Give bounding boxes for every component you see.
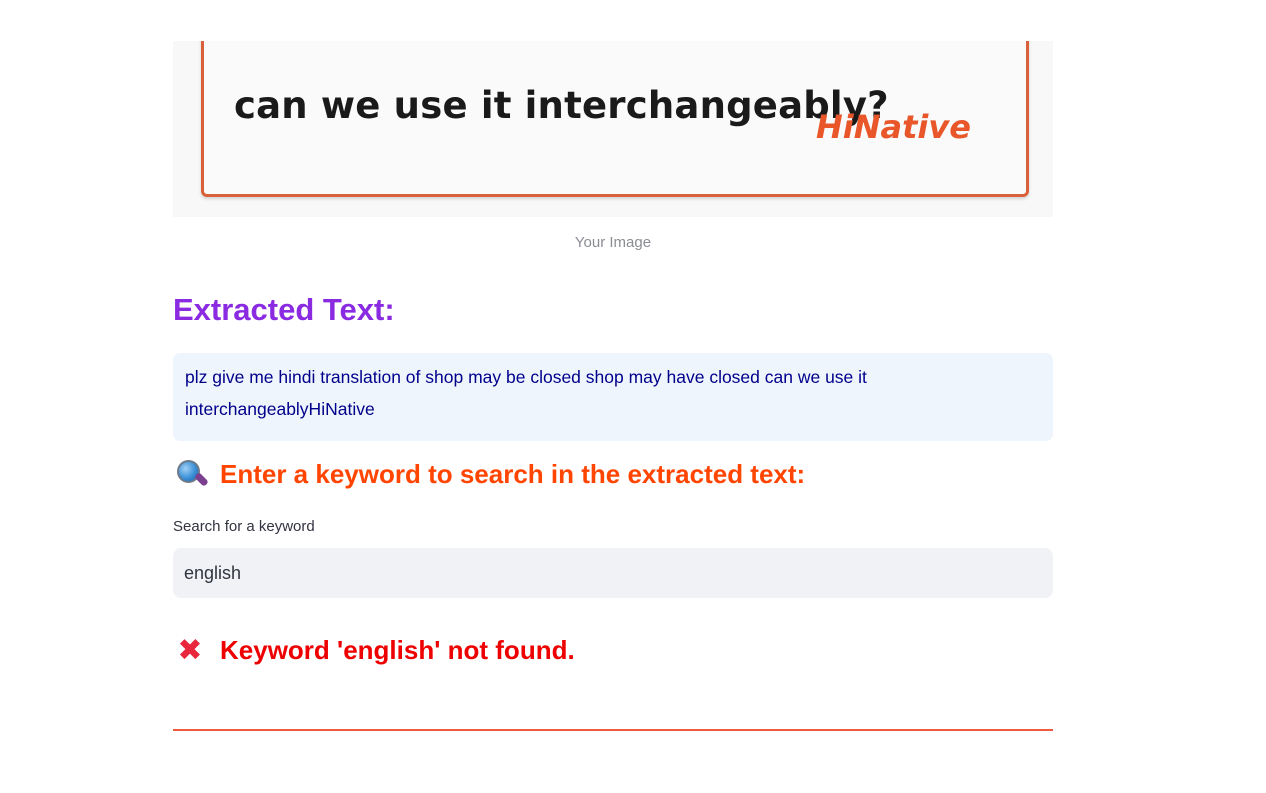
image-text-line: can we use it interchangeably? — [234, 84, 889, 127]
extracted-text-heading: Extracted Text: — [173, 292, 395, 327]
cross-mark-icon: ✖ — [177, 633, 203, 668]
not-found-text: Keyword 'english' not found. — [220, 635, 575, 665]
uploaded-image: can we use it interchangeably? HiNative — [173, 41, 1053, 217]
image-caption: Your Image — [574, 234, 652, 251]
magnifying-glass-icon — [173, 457, 209, 491]
search-field-label: Search for a keyword — [173, 518, 315, 535]
search-heading: Enter a keyword to search in the extract… — [173, 457, 805, 491]
extracted-text-box: plz give me hindi translation of shop ma… — [173, 353, 1053, 441]
image-frame: can we use it interchangeably? HiNative — [201, 41, 1029, 197]
search-input[interactable] — [173, 548, 1053, 598]
app-page: can we use it interchangeably? HiNative … — [0, 0, 1266, 793]
not-found-message: ✖ Keyword 'english' not found. — [173, 633, 575, 668]
extracted-text: plz give me hindi translation of shop ma… — [185, 367, 867, 419]
hinative-logo: HiNative — [816, 108, 971, 146]
divider — [173, 729, 1053, 731]
search-heading-text: Enter a keyword to search in the extract… — [220, 458, 806, 489]
